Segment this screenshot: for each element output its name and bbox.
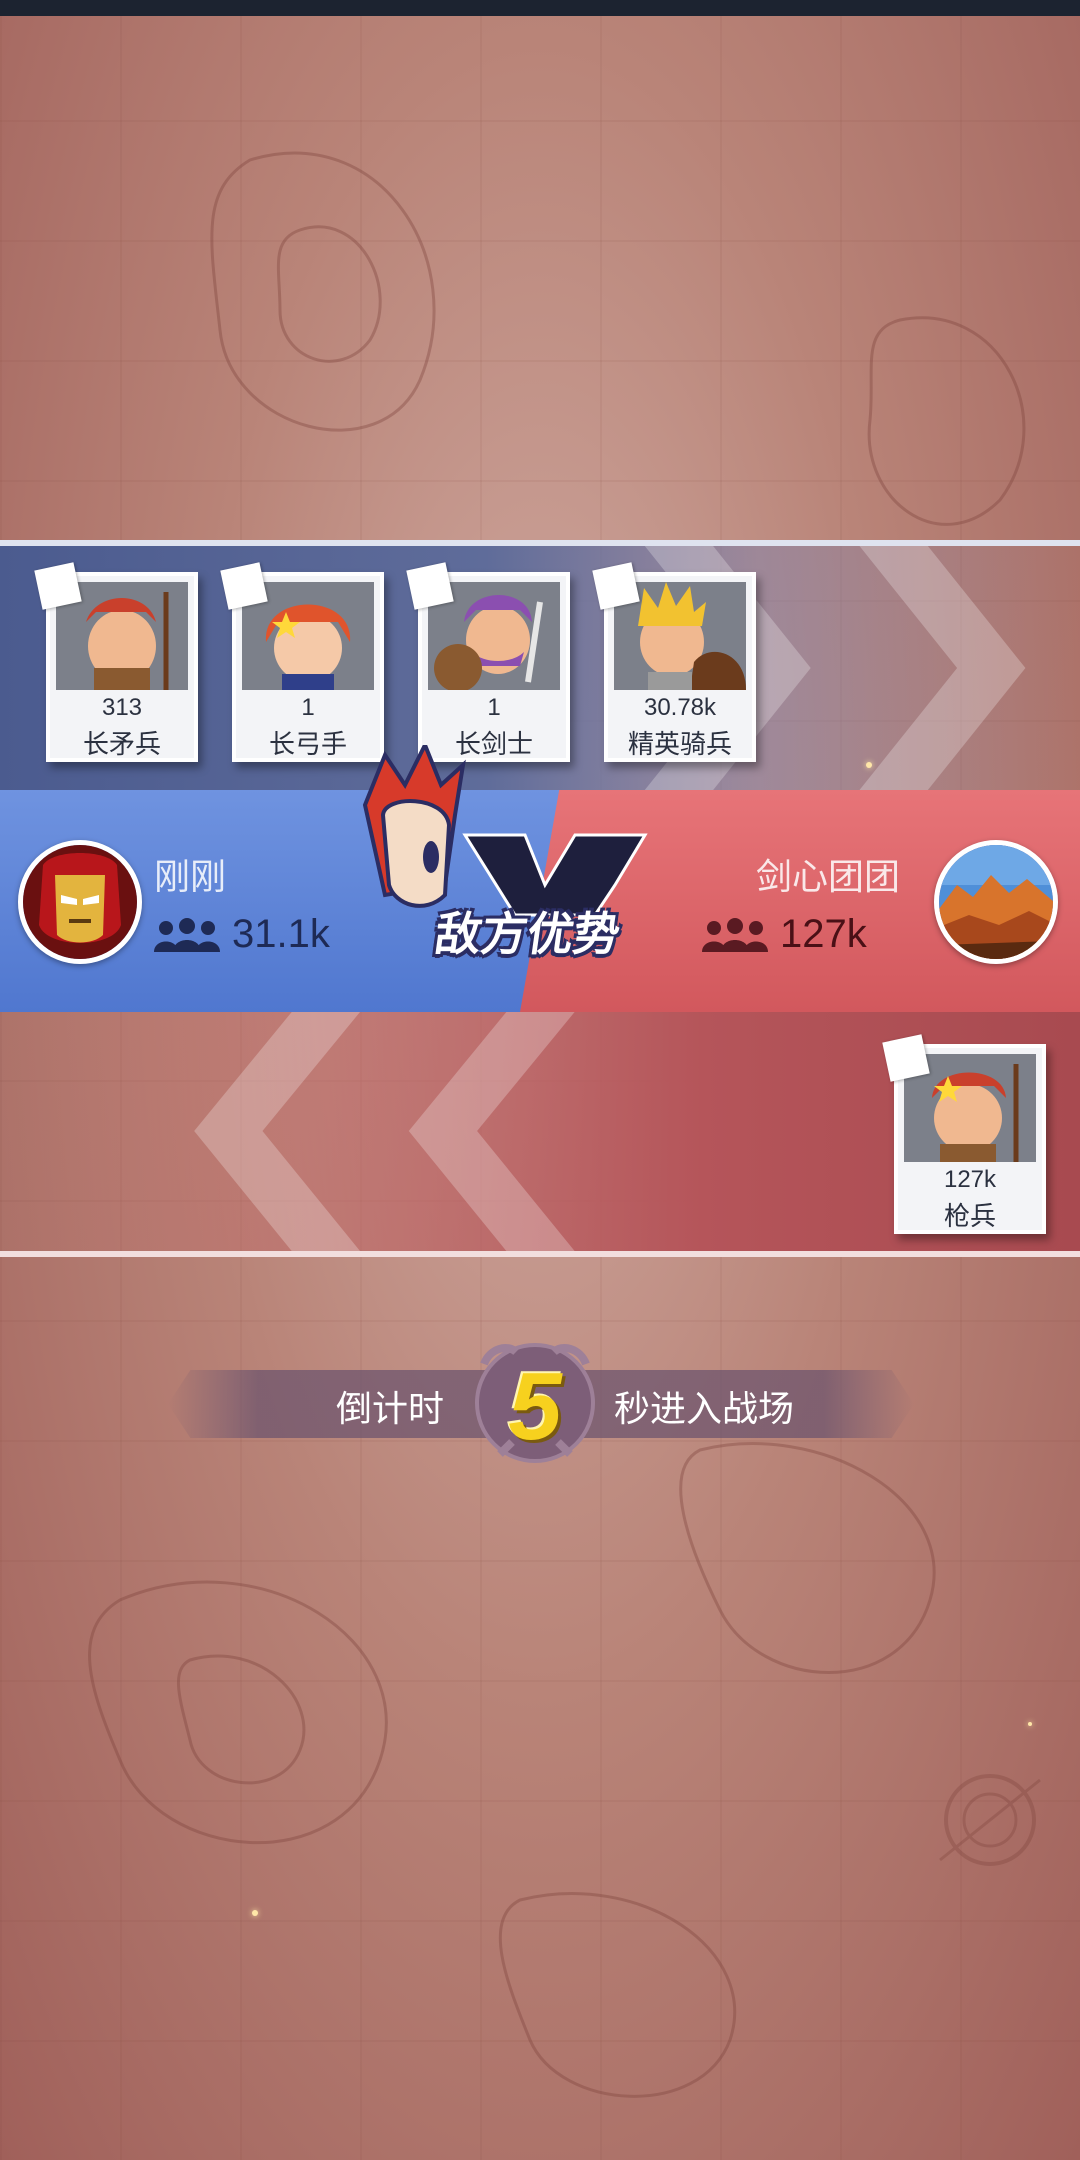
unit-count: 313 [101,694,143,721]
countdown-seconds: 5 [508,1353,562,1460]
ally-unit-card: 1 长剑士 [406,562,570,762]
enemy-unit-card: 127k 枪兵 [882,1034,1046,1234]
unit-name: 枪兵 [943,1201,996,1231]
chevron-decoration [194,1012,575,1251]
ally-player-name: 刚刚 [154,856,227,897]
sparkle [866,762,872,768]
sparkle [1028,1722,1032,1726]
battle-status-text: 敌方优势 [431,908,624,960]
sword-icon [406,562,454,610]
bow-icon [220,562,268,610]
ally-unit-card: 1 长弓手 [220,562,384,762]
enemy-avatar[interactable] [934,840,1058,964]
unit-name: 长矛兵 [82,729,161,759]
troops-icon [702,918,768,952]
status-bar [0,0,1080,16]
ally-troop-total: 31.1k [232,912,330,956]
ally-unit-card: 30.78k 精英骑兵 [592,562,756,762]
unit-count: 1 [301,694,315,721]
spear-icon [592,562,640,610]
enemy-troop-total: 127k [780,912,867,956]
ally-unit-card: 313 长矛兵 [34,562,198,762]
unit-count: 127k [943,1166,997,1193]
unit-count: 1 [487,694,501,721]
countdown-prefix: 倒计时 [336,1388,445,1429]
ally-avatar[interactable] [18,840,142,964]
troops-icon [154,918,220,952]
sparkle [252,1910,258,1916]
compass-icon [939,1774,1041,1866]
enemy-player-name: 剑心团团 [756,856,901,897]
spear-icon [34,562,82,610]
countdown-suffix: 秒进入战场 [614,1388,795,1429]
unit-count: 30.78k [643,694,717,721]
spear-icon [882,1034,930,1082]
